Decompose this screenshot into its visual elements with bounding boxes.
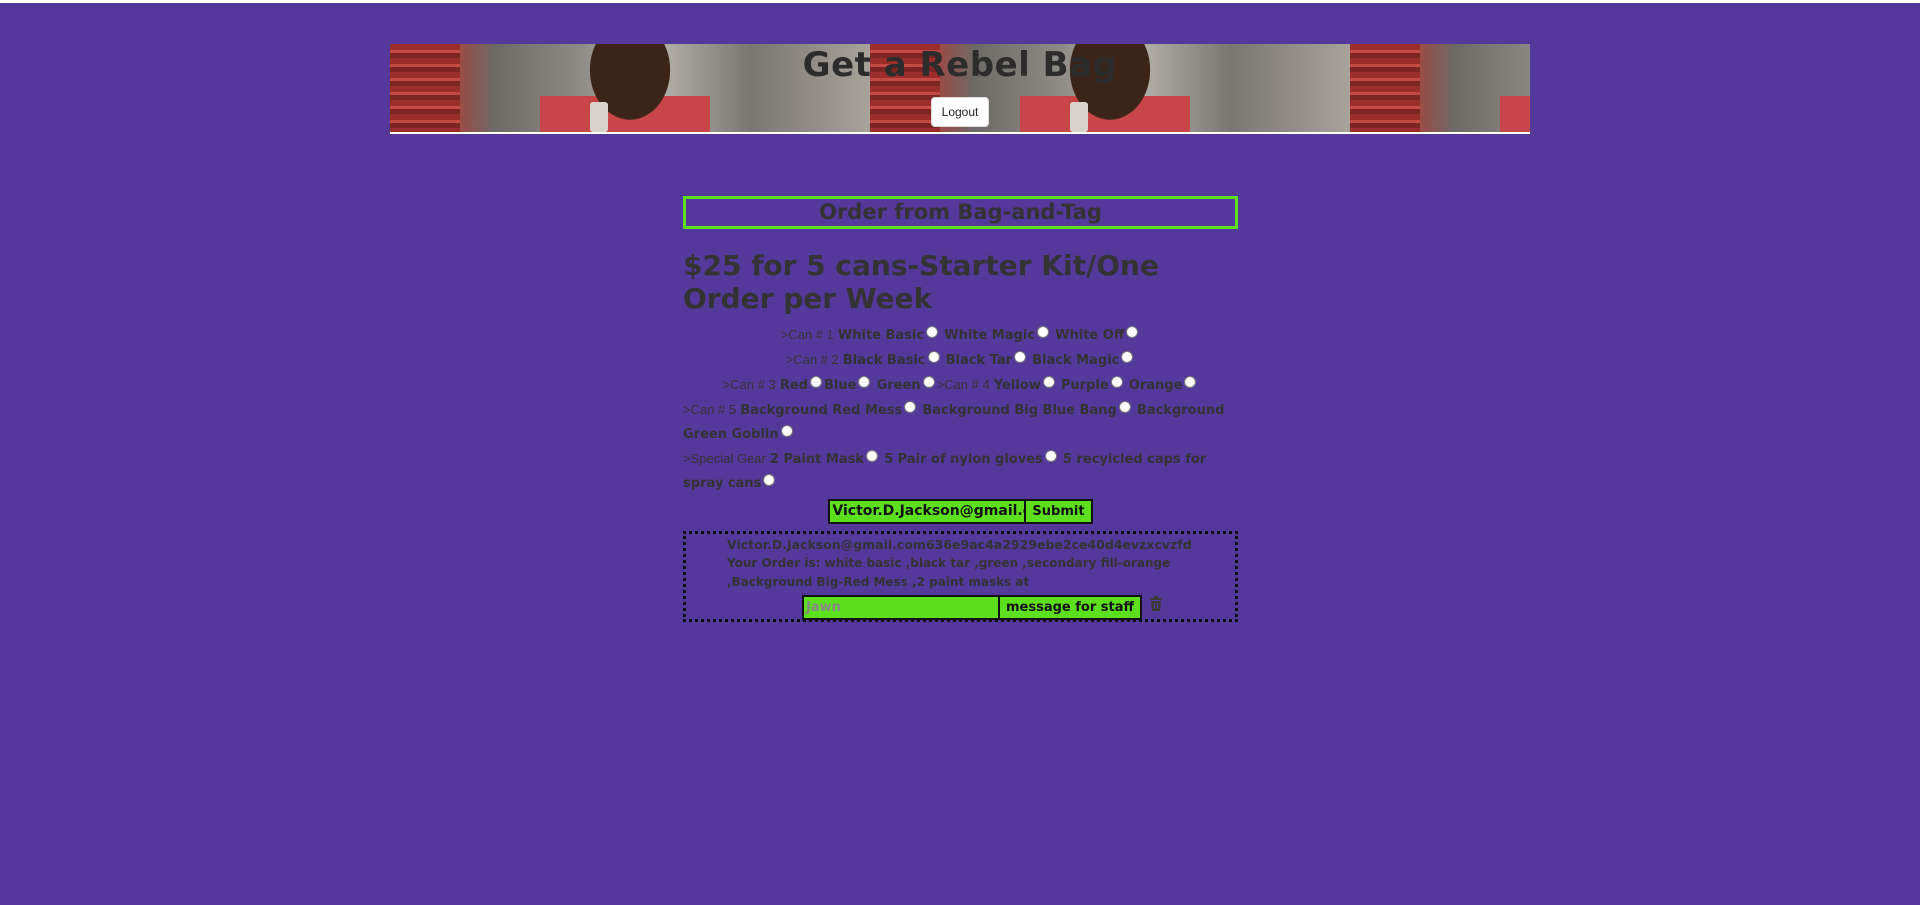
logout-button[interactable]: Logout [931, 97, 989, 127]
email-field[interactable]: Victor.D.Jackson@gmail.com [828, 499, 1028, 524]
gear-radio-nylon-gloves[interactable] [1044, 450, 1057, 462]
option-label: White Magic [944, 328, 1036, 343]
can4-label: >Can # 4 [936, 377, 990, 392]
option-label: Yellow [993, 378, 1041, 393]
can1-label: >Can # 1 [780, 327, 834, 342]
order-form: Victor.D.Jackson@gmail.comSubmit [683, 499, 1238, 525]
option-label: Background Red Mess [740, 403, 903, 418]
order-section: Order from Bag-and-Tag $25 for 5 cans-St… [683, 196, 1238, 622]
can3-radio-blue[interactable] [858, 376, 871, 388]
can2-radio-black-basic[interactable] [927, 351, 940, 363]
can5-radio-big-blue-bang[interactable] [1118, 401, 1131, 413]
order-summary: Your Order is: white basic ,black tar ,g… [727, 556, 1171, 589]
message-staff-button[interactable]: message for staff [998, 595, 1143, 620]
gear-label: >Special Gear [683, 451, 766, 466]
submit-button[interactable]: Submit [1024, 499, 1093, 524]
option-label: Black Tar [945, 353, 1013, 368]
can3-radio-red[interactable] [810, 376, 822, 388]
gear-radio-recycled-caps[interactable] [763, 474, 776, 486]
order-details: Victor.D.Jackson@gmail.com636e9ac4a2929e… [727, 535, 1237, 592]
option-label: 2 Paint Mask [769, 452, 864, 467]
gear-row: >Special Gear 2 Paint Mask 5 Pair of nyl… [683, 447, 1238, 496]
can3-radio-green[interactable] [922, 376, 935, 388]
option-label: Purple [1060, 378, 1109, 393]
option-label: Green [876, 378, 921, 393]
gear-radio-paint-mask[interactable] [865, 450, 878, 462]
message-row: Jawn message for staff [802, 595, 1163, 621]
option-label: Background Big Blue Bang [922, 403, 1117, 418]
option-label: Orange [1128, 378, 1183, 393]
order-email: Victor.D.Jackson@gmail.com636e9ac4a2929e… [727, 537, 1192, 552]
page-title: Get a Rebel Bag [802, 45, 1118, 85]
can3-label: >Can # 3 [722, 377, 776, 392]
can2-radio-black-magic[interactable] [1121, 351, 1134, 363]
option-label: White Basic [837, 328, 925, 343]
can2-row: >Can # 2 Black Basic Black Tar Black Mag… [683, 348, 1238, 373]
option-label: 5 Pair of nylon gloves [884, 452, 1043, 467]
can1-row: >Can # 1 White Basic White Magic White O… [683, 323, 1238, 348]
can4-radio-yellow[interactable] [1042, 376, 1055, 388]
option-label: Black Basic [842, 353, 926, 368]
can1-radio-white-magic[interactable] [1037, 326, 1050, 338]
can2-label: >Can # 2 [785, 352, 839, 367]
order-title: Order from Bag-and-Tag [683, 196, 1238, 229]
can5-radio-red-mess[interactable] [904, 401, 917, 413]
can4-radio-orange[interactable] [1184, 376, 1197, 388]
can3-can4-row: >Can # 3 Red Blue Green >Can # 4 Yellow Pu… [683, 373, 1238, 398]
price-heading: $25 for 5 cans-Starter Kit/One Order per… [683, 249, 1159, 315]
message-input[interactable]: Jawn [802, 595, 1001, 620]
can4-radio-purple[interactable] [1110, 376, 1123, 388]
can5-label: >Can # 5 [683, 402, 737, 417]
can1-radio-white-basic[interactable] [926, 326, 939, 338]
can1-radio-white-off[interactable] [1126, 326, 1139, 338]
option-label: Red [779, 378, 808, 393]
can5-radio-green-goblin[interactable] [780, 425, 793, 437]
order-options: >Can # 1 White Basic White Magic White O… [683, 323, 1238, 496]
can2-radio-black-tar[interactable] [1014, 351, 1027, 363]
option-label: White Off [1055, 328, 1125, 343]
placed-order-card: Victor.D.Jackson@gmail.com636e9ac4a2929e… [683, 531, 1238, 622]
option-label: Black Magic [1032, 353, 1120, 368]
trash-icon[interactable] [1149, 596, 1163, 616]
can5-row: >Can # 5 Background Red Mess Background … [683, 398, 1238, 447]
option-label: Blue [824, 378, 857, 393]
